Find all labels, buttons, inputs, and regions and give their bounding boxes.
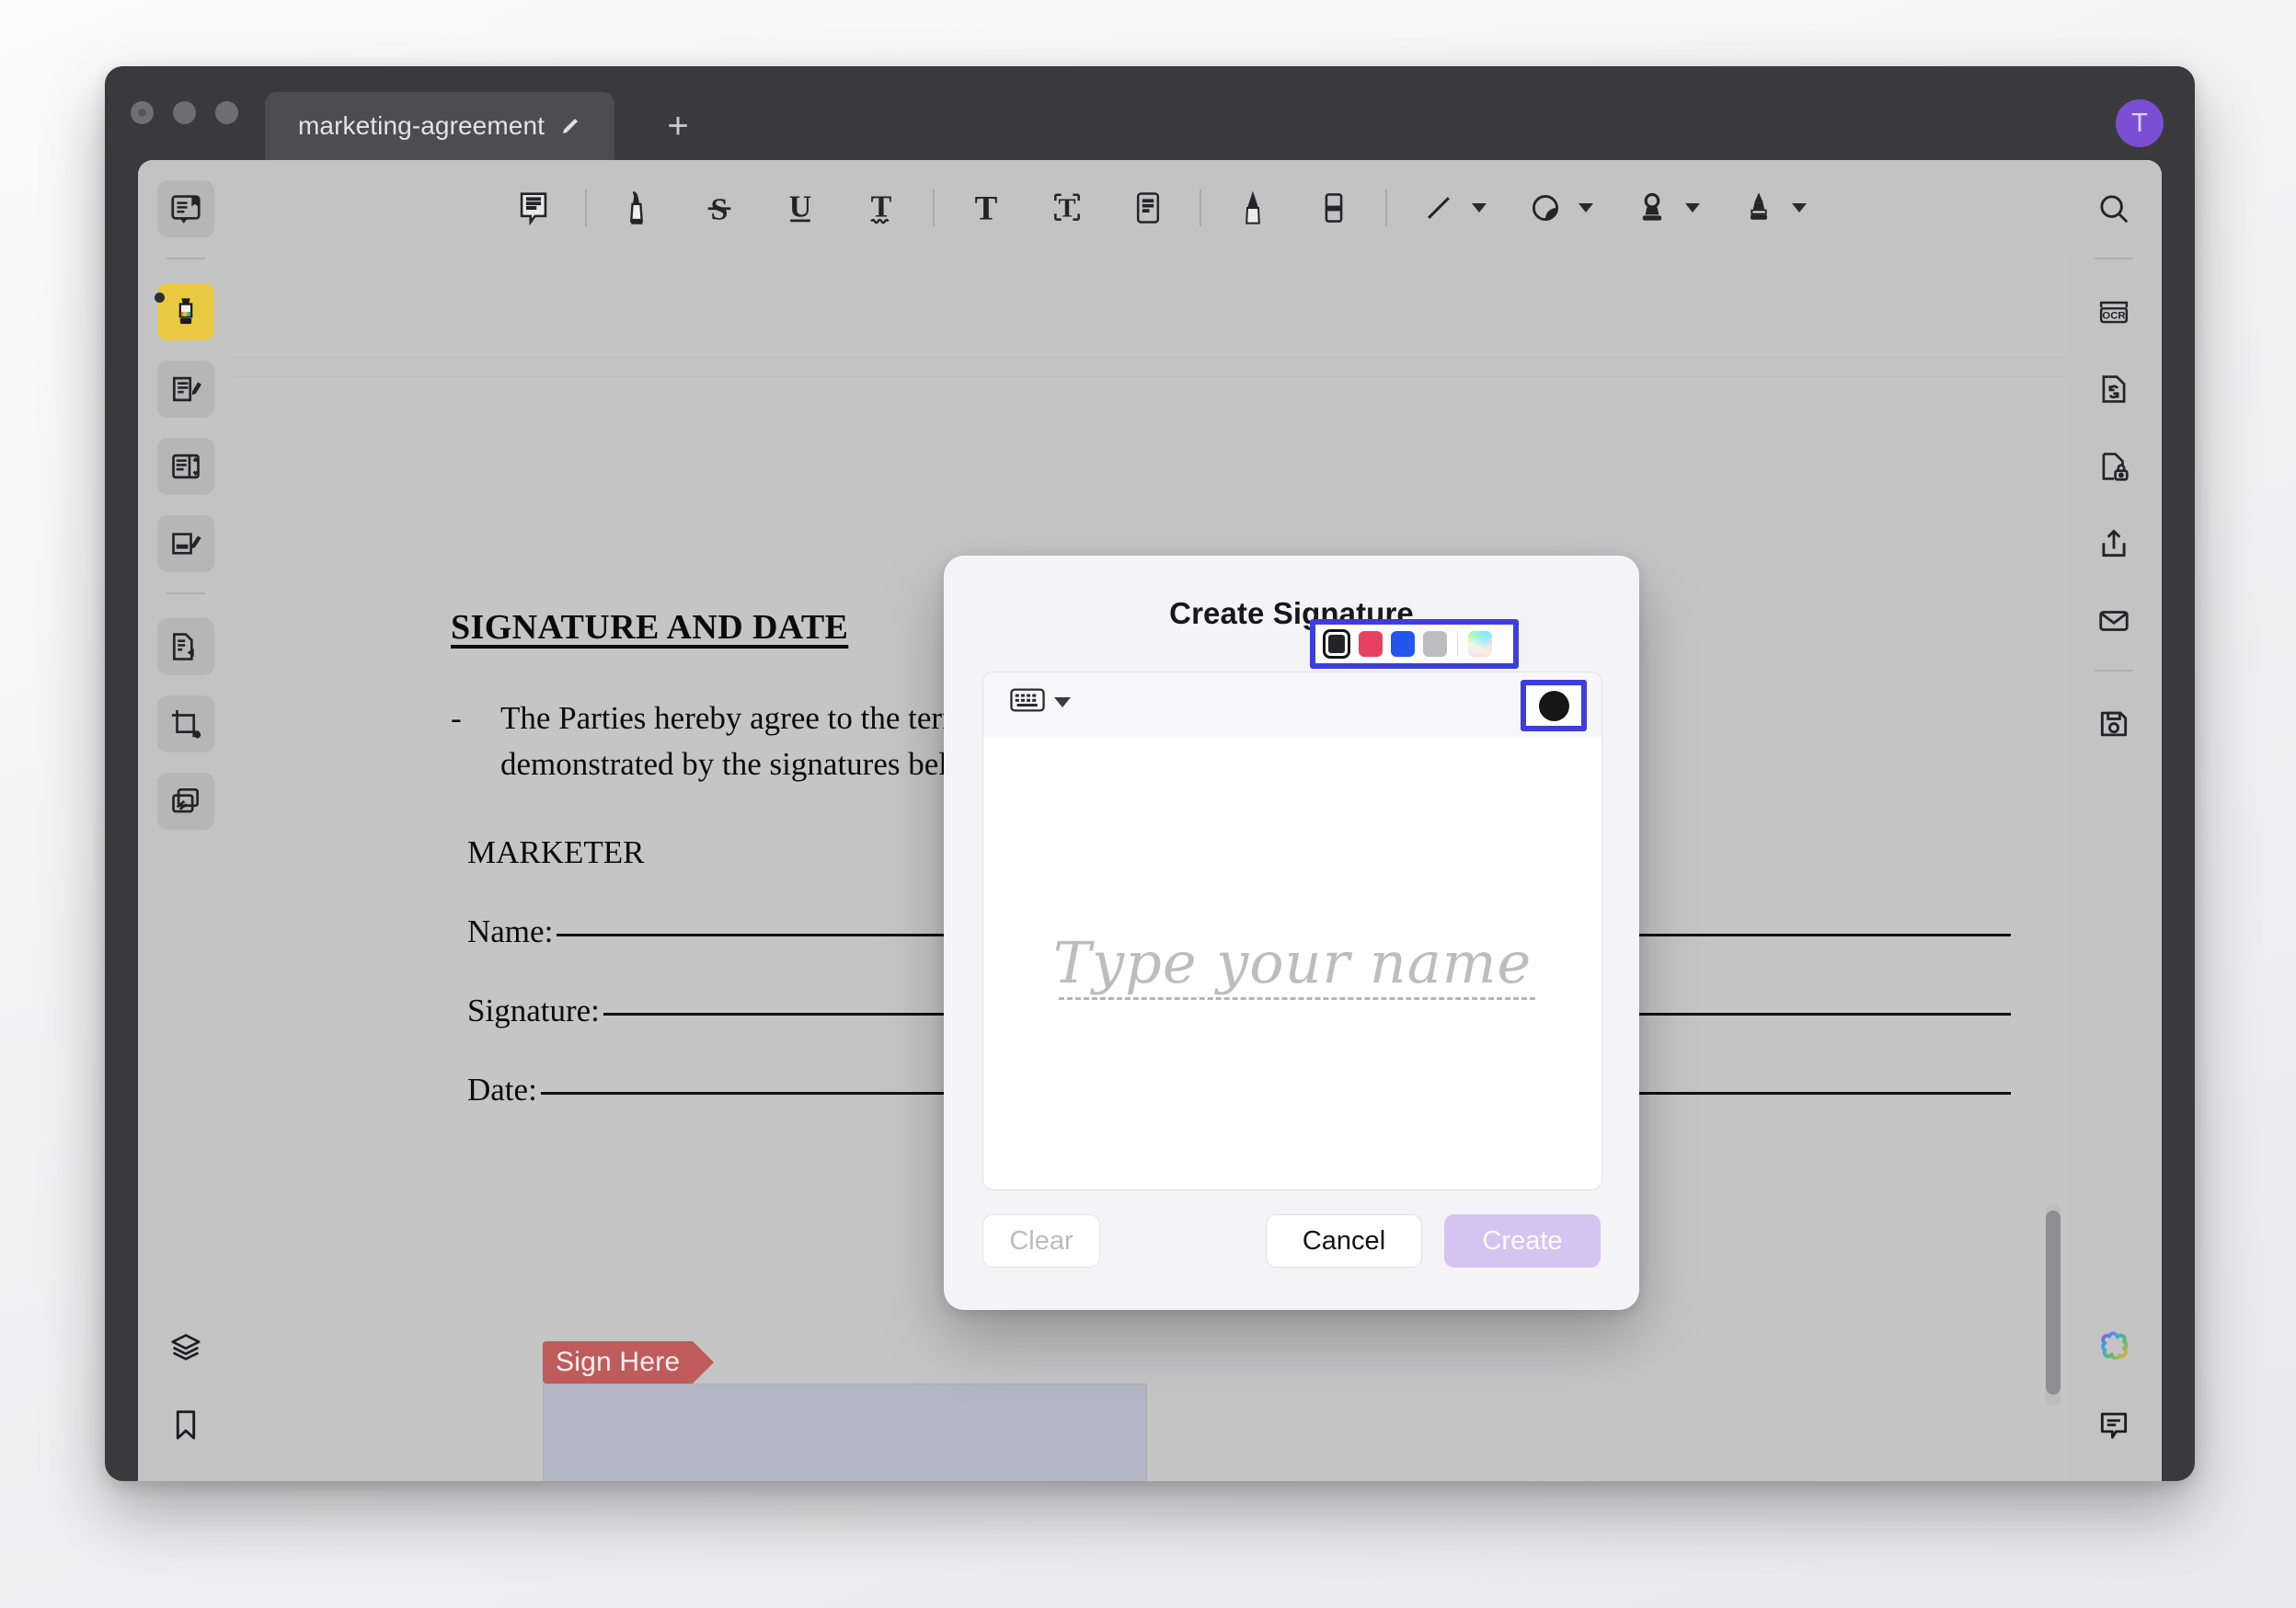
signature-placeholder-text: Type your name: [1052, 929, 1533, 996]
color-circle-icon: [1538, 690, 1569, 721]
dialog-title: Create Signature: [1169, 596, 1414, 630]
palette-divider: [1457, 631, 1458, 657]
color-swatch-red[interactable]: [1359, 631, 1383, 657]
dialog-actions: Clear Cancel Create: [982, 1214, 1601, 1268]
cancel-button[interactable]: Cancel: [1266, 1214, 1422, 1268]
title-bar: marketing-agreement + T: [105, 66, 2195, 166]
app-window: marketing-agreement + T S U T T T OCR SI…: [105, 66, 2195, 1481]
signature-panel: Type your name: [982, 619, 1602, 1190]
input-mode-selector[interactable]: [1009, 685, 1071, 719]
color-swatch-custom-picker[interactable]: [1468, 631, 1492, 657]
avatar[interactable]: T: [2116, 99, 2164, 147]
color-palette-popover[interactable]: [1310, 619, 1519, 669]
modal-layer: Create Signature Type your name Clear Ca…: [138, 160, 2162, 1481]
create-signature-dialog: Create Signature Type your name Clear Ca…: [944, 556, 1639, 1310]
document-tab-label: marketing-agreement: [297, 111, 545, 140]
signature-placeholder-underline: [1058, 997, 1536, 1000]
clear-button[interactable]: Clear: [982, 1214, 1100, 1268]
close-button[interactable]: [131, 101, 154, 124]
create-button[interactable]: Create: [1444, 1214, 1601, 1268]
app-body: S U T T T OCR SIGNATURE AND DATE - The P…: [138, 160, 2162, 1481]
new-tab-button[interactable]: +: [657, 105, 699, 147]
signature-panel-toolbar: [983, 619, 1601, 738]
minimize-button[interactable]: [173, 101, 196, 124]
keyboard-icon: [1009, 685, 1046, 719]
signature-placeholder: Type your name: [1052, 929, 1536, 1000]
color-picker-button[interactable]: [1521, 680, 1587, 731]
color-swatch-blue[interactable]: [1391, 631, 1415, 657]
color-swatch-gray[interactable]: [1423, 631, 1447, 657]
maximize-button[interactable]: [215, 101, 238, 124]
input-mode-chevron-down-icon[interactable]: [1054, 697, 1071, 707]
pencil-icon[interactable]: [559, 115, 581, 137]
window-controls: [131, 101, 238, 124]
color-swatch-black[interactable]: [1323, 629, 1350, 659]
signature-draw-canvas[interactable]: Type your name: [983, 737, 1601, 1189]
document-tab[interactable]: marketing-agreement: [265, 92, 614, 160]
